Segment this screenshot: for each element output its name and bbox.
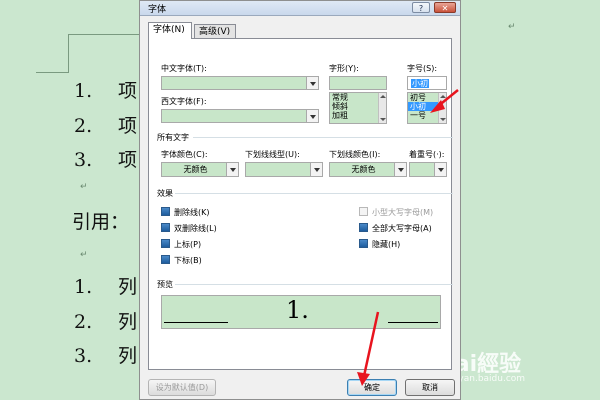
- chinese-font-label: 中文字体(T):: [161, 64, 207, 73]
- list-number: 1.: [74, 80, 93, 102]
- chevron-down-icon[interactable]: [434, 163, 446, 176]
- subscript-checkbox[interactable]: 下标(B): [161, 255, 202, 266]
- list-item[interactable]: 2. 项: [74, 111, 137, 138]
- chevron-down-icon[interactable]: [226, 163, 238, 176]
- font-color-combo[interactable]: 无颜色: [161, 162, 239, 177]
- font-size-list[interactable]: 初号 小初 一号: [407, 92, 447, 124]
- all-text-section-label: 所有文字: [157, 133, 453, 142]
- checkbox-label: 下标(B): [174, 256, 202, 265]
- chevron-down-icon[interactable]: [306, 77, 318, 89]
- preview-text: 1.: [286, 296, 309, 324]
- checkbox-label: 上标(P): [174, 240, 202, 249]
- paragraph-mark: ↵: [80, 182, 88, 192]
- checkbox-box[interactable]: [161, 223, 170, 232]
- list-item[interactable]: 1. 项: [74, 76, 137, 103]
- paragraph-mark: ↵: [80, 250, 88, 260]
- list-text: 列: [118, 311, 138, 333]
- checkbox-box[interactable]: [359, 223, 368, 232]
- checkbox-box[interactable]: [161, 207, 170, 216]
- checkbox-box[interactable]: [359, 207, 368, 216]
- all-caps-checkbox[interactable]: 全部大写字母(A): [359, 223, 432, 234]
- underline-style-combo[interactable]: [245, 162, 323, 177]
- preview-section-label: 预览: [157, 280, 453, 289]
- underline-style-label: 下划线线型(U):: [245, 150, 300, 159]
- page-corner-mark: [68, 34, 139, 73]
- underline-color-value: 无颜色: [351, 165, 376, 174]
- close-button[interactable]: ✕: [434, 2, 456, 13]
- checkbox-label: 全部大写字母(A): [372, 224, 432, 233]
- chevron-down-icon[interactable]: [394, 163, 406, 176]
- list-text: 列: [118, 345, 138, 367]
- help-button[interactable]: ?: [412, 2, 430, 13]
- underline-color-label: 下划线颜色(I):: [329, 150, 381, 159]
- set-default-button[interactable]: 设为默认值(D): [148, 379, 216, 396]
- font-size-input[interactable]: 小初: [407, 76, 447, 90]
- western-font-combo[interactable]: [161, 109, 319, 123]
- list-text: 项: [118, 115, 138, 137]
- font-style-input[interactable]: [329, 76, 387, 90]
- list-item[interactable]: 2. 列: [74, 307, 137, 334]
- checkbox-label: 小型大写字母(M): [372, 208, 434, 217]
- preview-baseline-left: [164, 322, 228, 323]
- checkbox-label: 双删除线(L): [174, 224, 217, 233]
- font-color-value: 无颜色: [183, 165, 208, 174]
- font-size-label: 字号(S):: [407, 64, 438, 73]
- font-style-list[interactable]: 常规 倾斜 加粗: [329, 92, 387, 124]
- font-color-label: 字体颜色(C):: [161, 150, 208, 159]
- strikethrough-checkbox[interactable]: 删除线(K): [161, 207, 210, 218]
- list-number: 1.: [74, 276, 93, 298]
- list-number: 2.: [74, 115, 93, 137]
- emphasis-label: 着重号(·):: [409, 150, 445, 159]
- small-caps-checkbox[interactable]: 小型大写字母(M): [359, 207, 433, 218]
- superscript-checkbox[interactable]: 上标(P): [161, 239, 201, 250]
- scroll-up-icon[interactable]: [440, 95, 446, 98]
- scroll-down-icon[interactable]: [440, 118, 446, 121]
- page-corner-mark-line: [36, 72, 68, 73]
- list-text: 项: [118, 80, 138, 102]
- effects-section-label: 效果: [157, 189, 453, 198]
- font-style-label: 字形(Y):: [329, 64, 359, 73]
- scroll-down-icon[interactable]: [380, 118, 386, 121]
- scrollbar[interactable]: [438, 93, 446, 123]
- scroll-up-icon[interactable]: [380, 95, 386, 98]
- chevron-down-icon[interactable]: [306, 110, 318, 122]
- checkbox-box[interactable]: [161, 239, 170, 248]
- font-dialog: 字体 ? ✕ 字体(N) 高级(V) 中文字体(T): 西文字体(F): 字形(…: [139, 0, 461, 400]
- checkbox-box[interactable]: [161, 255, 170, 264]
- list-item[interactable]: 1. 列: [74, 272, 137, 299]
- checkbox-box[interactable]: [359, 239, 368, 248]
- font-tab-panel: 中文字体(T): 西文字体(F): 字形(Y): 常规 倾斜 加粗 字号(S):…: [148, 38, 453, 370]
- tab-advanced[interactable]: 高级(V): [194, 24, 236, 38]
- tab-font[interactable]: 字体(N): [148, 22, 192, 39]
- checkbox-label: 隐藏(H): [372, 240, 401, 249]
- font-size-value: 小初: [411, 79, 429, 88]
- ok-button[interactable]: 确定: [347, 379, 397, 396]
- quote-label[interactable]: 引用：: [72, 207, 129, 234]
- list-item[interactable]: 3. 列: [74, 341, 137, 368]
- checkbox-label: 删除线(K): [174, 208, 210, 217]
- preview-box: 1.: [161, 295, 441, 329]
- list-number: 3.: [74, 345, 93, 367]
- underline-color-combo[interactable]: 无颜色: [329, 162, 407, 177]
- double-strikethrough-checkbox[interactable]: 双删除线(L): [161, 223, 217, 234]
- chevron-down-icon[interactable]: [310, 163, 322, 176]
- list-number: 2.: [74, 311, 93, 333]
- list-text: 项: [118, 149, 138, 171]
- list-text: 列: [118, 276, 138, 298]
- preview-baseline-right: [388, 322, 438, 323]
- chinese-font-combo[interactable]: [161, 76, 319, 90]
- dialog-title: 字体: [148, 5, 167, 15]
- paragraph-mark: ↵: [508, 22, 516, 32]
- list-item[interactable]: 3. 项: [74, 145, 137, 172]
- western-font-label: 西文字体(F):: [161, 97, 207, 106]
- dialog-titlebar[interactable]: 字体 ? ✕: [140, 1, 460, 16]
- list-number: 3.: [74, 149, 93, 171]
- scrollbar[interactable]: [378, 93, 386, 123]
- emphasis-combo[interactable]: [409, 162, 447, 177]
- hidden-checkbox[interactable]: 隐藏(H): [359, 239, 400, 250]
- cancel-button[interactable]: 取消: [405, 379, 455, 396]
